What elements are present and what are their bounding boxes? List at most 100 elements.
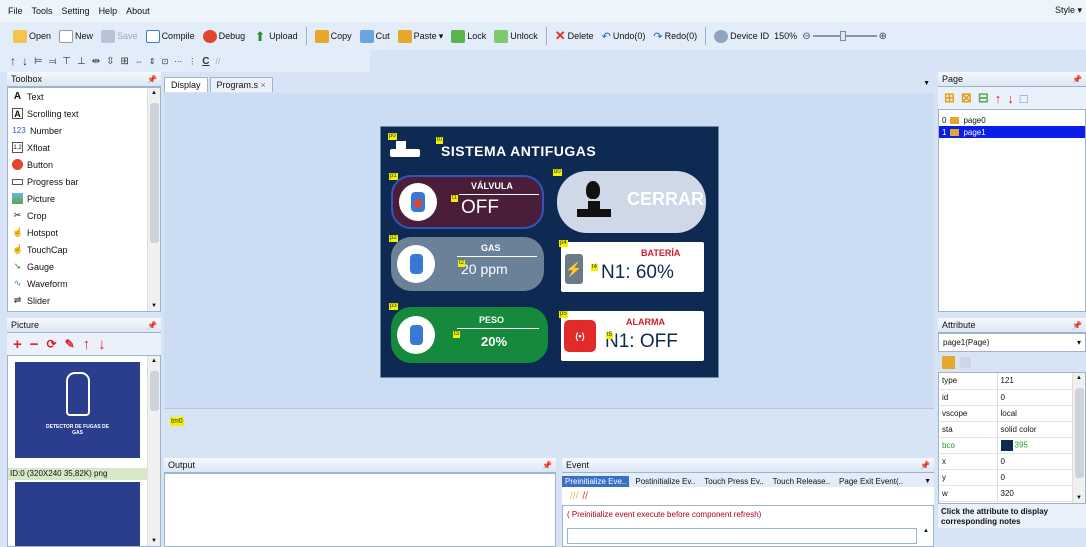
tag-p1[interactable]: p1 — [389, 173, 398, 180]
attr-value[interactable]: 240 — [997, 501, 1074, 503]
scroll-up-icon[interactable]: ▲ — [1076, 375, 1082, 381]
zoom-in-icon[interactable]: ⊕ — [879, 31, 887, 42]
move-down-icon[interactable]: ↓ — [22, 54, 28, 68]
valvula-value[interactable]: OFF — [461, 197, 499, 219]
tab-display[interactable]: Display — [164, 77, 208, 92]
unlock-button[interactable]: Unlock — [491, 26, 541, 46]
toolbox-scroll-thumb[interactable] — [150, 103, 159, 243]
pin-icon[interactable]: 📌 — [147, 321, 157, 330]
close-icon[interactable]: × — [261, 80, 266, 90]
lock-button[interactable]: Lock — [448, 26, 489, 46]
attr-row[interactable]: x0 — [939, 453, 1074, 470]
attr-row[interactable]: h240 — [939, 501, 1074, 503]
tool-xfloat[interactable]: 1.2 Xfloat — [8, 139, 160, 156]
tool-waveform[interactable]: ∿ Waveform — [8, 275, 160, 292]
same-height-icon[interactable]: ⇕ — [149, 57, 156, 66]
event-tab-dropdown-icon[interactable]: ▼ — [921, 478, 934, 487]
move-down-icon[interactable]: ↓ — [98, 336, 106, 353]
tool-slider[interactable]: ⇌ Slider — [8, 292, 160, 309]
attr-row[interactable]: type 121 — [939, 373, 1074, 390]
attribute-scrollbar[interactable]: ▲ ▼ — [1072, 373, 1085, 503]
attr-value-color[interactable]: 395 — [997, 437, 1074, 454]
tab-program[interactable]: Program.s × — [209, 77, 273, 92]
copy-button[interactable]: Copy — [312, 26, 355, 46]
delete-button[interactable]: ✕ Delete — [552, 26, 597, 46]
same-width-icon[interactable]: ⇔ — [135, 57, 143, 66]
cerrar-button[interactable]: CERRAR — [557, 171, 706, 233]
peso-value[interactable]: 20% — [481, 334, 507, 349]
pin-icon[interactable]: 📌 — [1072, 75, 1082, 84]
menu-tools[interactable]: Tools — [32, 6, 53, 16]
align-bottom-icon[interactable]: ⊥ — [77, 56, 86, 67]
tag-p3[interactable]: p3 — [389, 303, 398, 310]
attr-row[interactable]: sta solid color — [939, 421, 1074, 438]
move-up-icon[interactable]: ↑ — [83, 336, 91, 353]
spacing-v-icon[interactable]: ⋮ — [188, 57, 196, 66]
device-id-button[interactable]: Device ID — [711, 26, 772, 46]
tag-p0[interactable]: p0 — [388, 133, 397, 140]
alarma-value[interactable]: N1: OFF — [605, 331, 678, 353]
delete-page-icon[interactable]: ⊠ — [961, 90, 972, 106]
pin-icon[interactable]: 📌 — [1072, 321, 1082, 330]
tool-scrolling-text[interactable]: A Scrolling text — [8, 105, 160, 122]
new-button[interactable]: New — [56, 26, 96, 46]
tool-hotspot[interactable]: ☝ Hotspot — [8, 224, 160, 241]
attr-row[interactable]: bco 395 — [939, 437, 1074, 454]
toolbox-scrollbar[interactable]: ▲ ▼ — [147, 88, 160, 311]
gas-value[interactable]: 20 ppm — [461, 261, 508, 277]
attr-value[interactable]: 0 — [997, 389, 1074, 406]
tool-button[interactable]: Button — [8, 156, 160, 173]
page-item-selected[interactable]: 1 page1 — [939, 126, 1085, 138]
remove-picture-icon[interactable]: − — [30, 336, 39, 353]
tool-number[interactable]: 123 Number — [8, 122, 160, 139]
undo-button[interactable]: ↶ Undo(0) — [599, 26, 649, 46]
output-text-area[interactable] — [164, 473, 556, 547]
tag-p2[interactable]: p2 — [389, 235, 398, 242]
zoom-thumb[interactable] — [839, 31, 846, 41]
tool-text[interactable]: A Text — [8, 88, 160, 105]
tab-touch-release[interactable]: Touch Release.. — [770, 476, 833, 487]
menu-setting[interactable]: Setting — [62, 6, 90, 16]
style-menu[interactable]: Style ▾ — [1055, 5, 1082, 16]
tag-p5[interactable]: p5 — [559, 311, 568, 318]
timer-tag[interactable]: tm0 — [170, 417, 184, 426]
gas-panel[interactable]: GAS 20 ppm — [391, 237, 544, 291]
hmi-title[interactable]: SISTEMA ANTIFUGAS — [441, 143, 596, 159]
peso-panel[interactable]: PESO 20% — [391, 307, 548, 363]
move-down-icon[interactable]: ↓ — [1007, 91, 1014, 106]
picture-scroll-thumb[interactable] — [150, 371, 159, 411]
center-v-icon[interactable]: ⇳ — [106, 56, 114, 67]
tag-t2[interactable]: t2 — [458, 260, 466, 267]
tool-gauge[interactable]: ➘ Gauge — [8, 258, 160, 275]
event-code-input[interactable] — [567, 528, 917, 544]
valvula-panel[interactable]: VÁLVULA OFF — [391, 175, 544, 229]
align-right-icon[interactable]: ⫤ — [49, 56, 57, 67]
tab-preinitialize[interactable]: Preinitialize Eve.. — [562, 476, 630, 487]
add-page-icon[interactable]: ⊞ — [944, 90, 955, 106]
scroll-up-icon[interactable]: ▲ — [923, 528, 929, 534]
picture-thumbnail[interactable] — [15, 482, 140, 546]
picture-thumbnail[interactable]: DETECTOR DE FUGAS DE GAS — [15, 362, 140, 458]
attribute-object-select[interactable]: page1(Page) ▾ — [938, 333, 1086, 352]
attr-row[interactable]: vscope local — [939, 405, 1074, 422]
attr-value[interactable]: 121 — [997, 373, 1074, 390]
align-top-icon[interactable]: ⊤ — [62, 56, 71, 67]
event-code-area[interactable]: ( Preinitialize event execute before com… — [562, 505, 934, 547]
pin-icon[interactable]: 📌 — [147, 75, 157, 84]
tag-t5[interactable]: t5 — [606, 332, 614, 339]
attr-value[interactable]: 0 — [997, 453, 1074, 470]
debug-button[interactable]: Debug — [200, 26, 249, 46]
align-left-icon[interactable]: ⊨ — [34, 56, 43, 67]
upload-button[interactable]: ⬆ Upload — [250, 26, 301, 46]
scroll-down-icon[interactable]: ▼ — [1076, 495, 1082, 501]
replace-picture-icon[interactable]: ⟳ — [47, 337, 57, 351]
zoom-out-icon[interactable]: ⊖ — [802, 31, 810, 42]
tool-crop[interactable]: ✂ Crop — [8, 207, 160, 224]
tag-b0[interactable]: b0 — [553, 169, 562, 176]
spacing-h-icon[interactable]: ⋯ — [174, 57, 182, 66]
tag-t1[interactable]: t1 — [451, 195, 459, 202]
tab-page-exit[interactable]: Page Exit Event(.. — [836, 476, 906, 487]
zoom-slider[interactable]: ⊖ ⊕ — [802, 31, 887, 42]
same-size-icon[interactable]: ⊡ — [162, 57, 169, 66]
move-up-icon[interactable]: ↑ — [995, 91, 1002, 106]
